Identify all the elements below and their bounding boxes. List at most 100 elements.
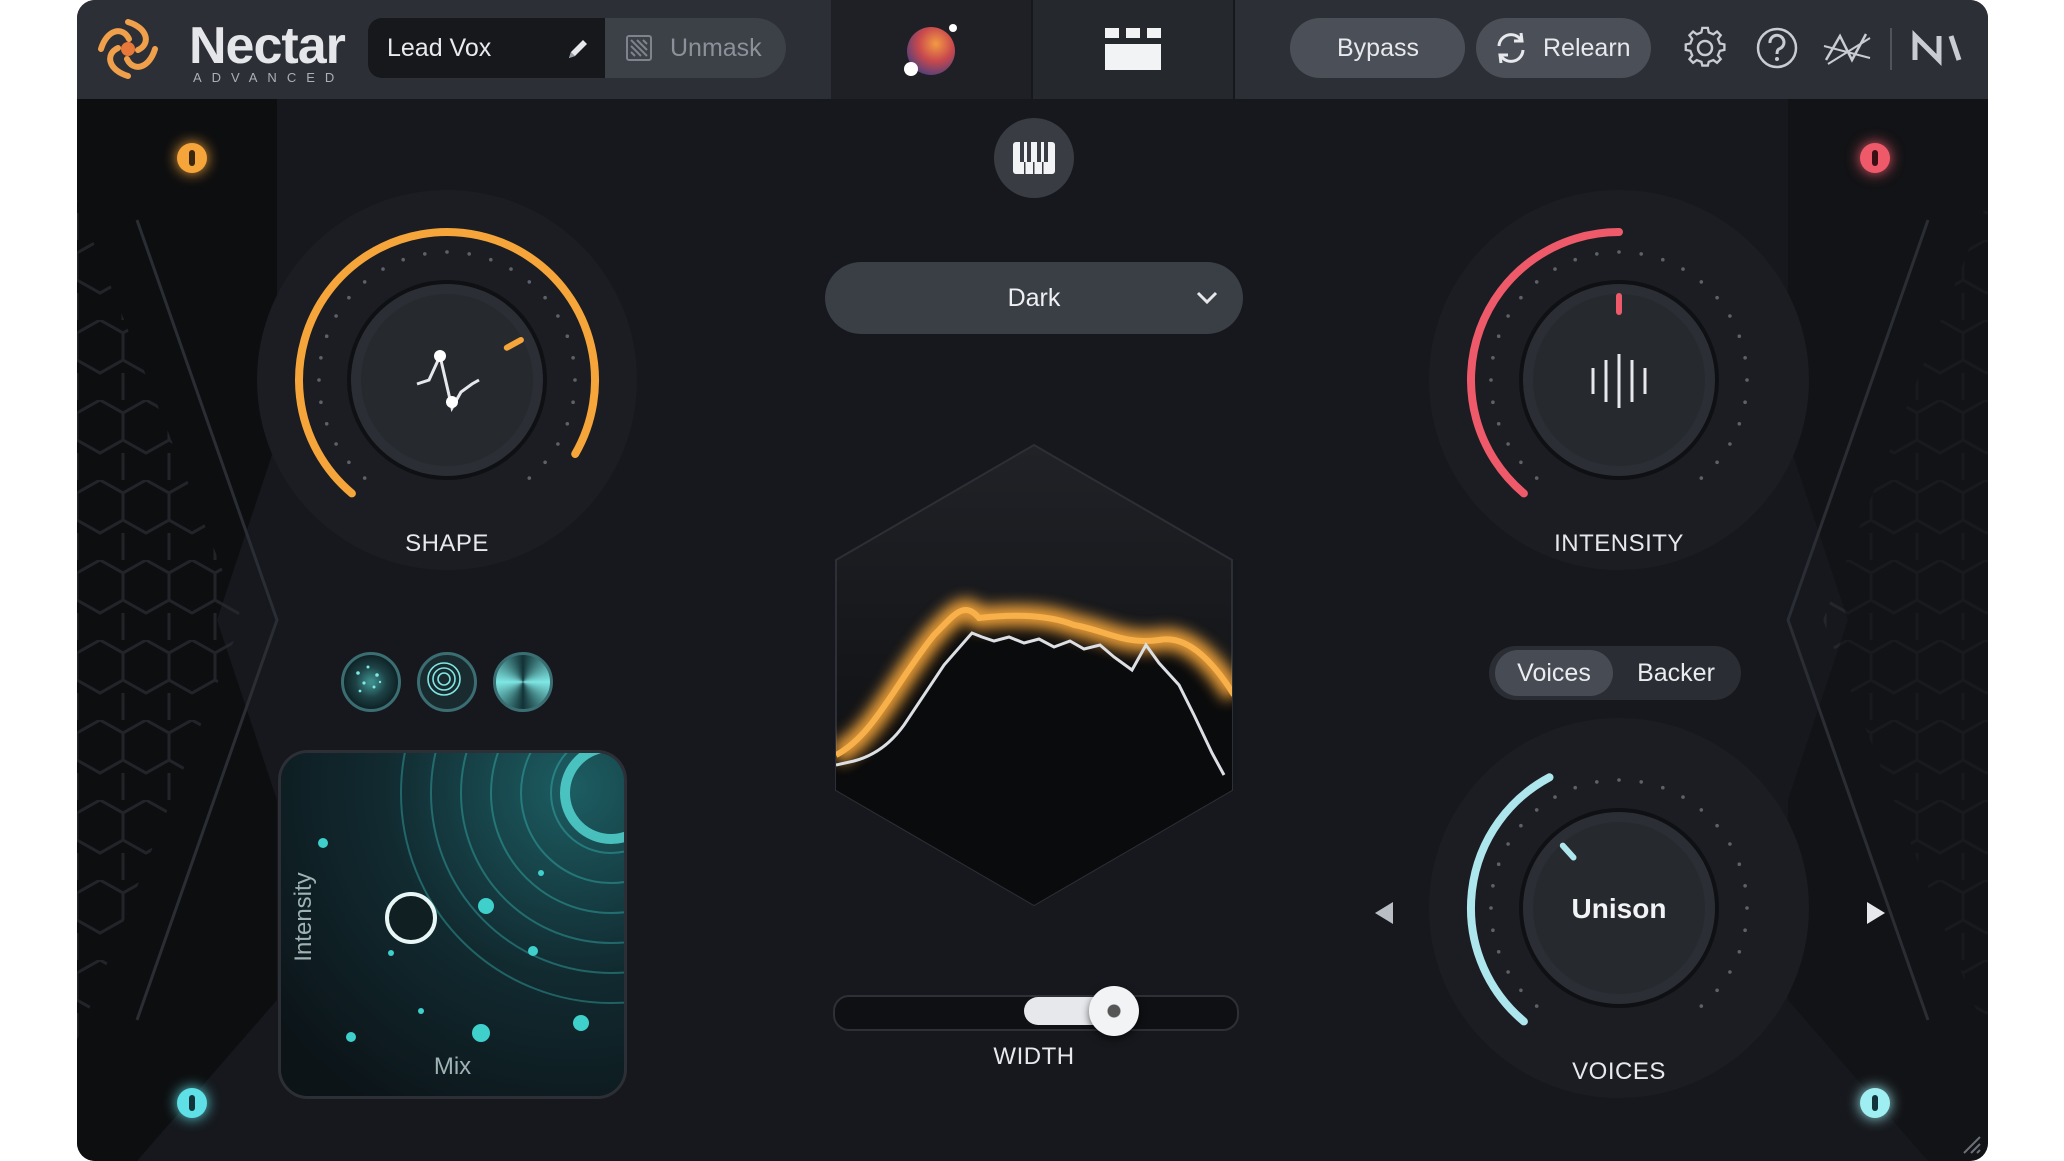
voices-scale-dot bbox=[1728, 970, 1732, 974]
intensity-scale-dot bbox=[1737, 422, 1742, 426]
style-dropdown[interactable]: Dark bbox=[825, 262, 1243, 334]
texture-sweep-button[interactable] bbox=[493, 652, 553, 712]
intensity-scale-dot bbox=[1553, 267, 1557, 271]
gear-icon[interactable] bbox=[1683, 26, 1727, 70]
tab-modules[interactable] bbox=[1031, 0, 1235, 99]
shape-scale-dot bbox=[573, 378, 577, 382]
voices-scale-dot bbox=[1728, 842, 1732, 846]
bypass-button[interactable]: Bypass bbox=[1290, 18, 1465, 78]
keyboard-button[interactable] bbox=[994, 118, 1074, 198]
voices-knob-value: Unison bbox=[1572, 893, 1667, 924]
intensity-scale-dot bbox=[1743, 400, 1747, 404]
shape-scale-dot bbox=[527, 280, 532, 284]
voices-label: VOICES bbox=[1572, 1058, 1666, 1085]
voices-scale-dot bbox=[1699, 808, 1704, 812]
corner-indicator-bottom-left[interactable] bbox=[177, 1088, 207, 1118]
corner-indicator-top-left[interactable] bbox=[177, 143, 207, 173]
intensity-scale-dot bbox=[1519, 460, 1523, 465]
voices-scale-dot bbox=[1534, 1004, 1539, 1008]
toggle-voices[interactable]: Voices bbox=[1495, 650, 1613, 696]
intensity-scale-dot bbox=[1699, 280, 1704, 284]
voices-scale-dot bbox=[1489, 906, 1493, 910]
intensity-scale-dot bbox=[1743, 356, 1747, 360]
voices-scale-dot bbox=[1506, 970, 1510, 974]
voices-scale-dot bbox=[1553, 795, 1557, 799]
intensity-scale-dot bbox=[1534, 280, 1539, 284]
shape-scale-dot bbox=[334, 314, 338, 318]
shape-scale-dot bbox=[347, 460, 351, 465]
voices-knob[interactable]: Unison bbox=[1419, 708, 1819, 1108]
shape-scale-dot bbox=[556, 442, 560, 446]
voices-scale-dot bbox=[1617, 778, 1621, 782]
voices-scale-dot bbox=[1534, 808, 1539, 812]
nectar-logo: Nectar ADVANCED bbox=[93, 14, 346, 85]
shape-scale-dot bbox=[362, 280, 367, 284]
resize-grip-icon[interactable] bbox=[1960, 1133, 1982, 1155]
native-instruments-logo[interactable] bbox=[1911, 26, 1965, 70]
shape-scale-dot bbox=[334, 442, 338, 446]
voices-scale-dot bbox=[1699, 1004, 1704, 1008]
voices-scale-dot bbox=[1506, 842, 1510, 846]
edit-pencil-icon[interactable] bbox=[564, 35, 592, 63]
toggle-backer[interactable]: Backer bbox=[1617, 650, 1735, 696]
module-grid-icon bbox=[1105, 28, 1161, 70]
voices-scale-dot bbox=[1715, 988, 1719, 993]
preset-name[interactable]: Lead Vox bbox=[387, 34, 491, 63]
shape-scale-dot bbox=[571, 356, 575, 360]
shape-scale-dot bbox=[319, 356, 323, 360]
voices-scale-dot bbox=[1573, 785, 1577, 790]
shape-scale-dot bbox=[556, 314, 560, 318]
voices-previous-arrow-icon[interactable] bbox=[1369, 898, 1399, 928]
intensity-scale-dot bbox=[1681, 267, 1685, 271]
corner-indicator-top-right[interactable] bbox=[1860, 143, 1890, 173]
xy-pad-visual bbox=[281, 753, 624, 1096]
intensity-scale-dot bbox=[1715, 295, 1719, 300]
shape-scale-dot bbox=[543, 460, 547, 465]
shape-scale-dot bbox=[317, 378, 321, 382]
voices-scale-dot bbox=[1661, 785, 1665, 790]
intensity-scale-dot bbox=[1519, 295, 1523, 300]
intensity-scale-dot bbox=[1534, 476, 1539, 480]
xy-pad-y-label: Intensity bbox=[290, 872, 317, 962]
intensity-scale-dot bbox=[1595, 252, 1599, 256]
xy-pad-handle[interactable] bbox=[385, 892, 437, 944]
intensity-scale-dot bbox=[1506, 314, 1510, 318]
voices-scale-dot bbox=[1743, 928, 1747, 932]
shape-scale-dot bbox=[571, 400, 575, 404]
nectar-plugin-window: Nectar ADVANCED Lead Vox Unmask Bypass R… bbox=[77, 0, 1988, 1161]
texture-dots-button[interactable] bbox=[341, 652, 401, 712]
tab-assistant[interactable] bbox=[831, 0, 1031, 99]
intensity-scale-dot bbox=[1661, 257, 1665, 262]
intensity-scale-dot bbox=[1699, 476, 1704, 480]
bypass-label: Bypass bbox=[1337, 34, 1419, 62]
xy-pad[interactable]: Intensity Mix bbox=[278, 750, 627, 1099]
voices-scale-dot bbox=[1491, 884, 1495, 888]
intensity-scale-dot bbox=[1745, 378, 1749, 382]
intensity-scale-dot bbox=[1737, 334, 1742, 338]
texture-rings-button[interactable] bbox=[417, 652, 477, 712]
shape-knob[interactable] bbox=[247, 180, 647, 580]
relearn-label: Relearn bbox=[1543, 34, 1631, 62]
intensity-scale-dot bbox=[1496, 422, 1501, 426]
voices-next-arrow-icon[interactable] bbox=[1861, 898, 1891, 928]
midi-learn-icon[interactable] bbox=[1822, 26, 1874, 70]
shape-scale-dot bbox=[319, 400, 323, 404]
help-icon[interactable] bbox=[1755, 26, 1799, 70]
style-dropdown-value: Dark bbox=[1007, 284, 1061, 312]
tone-hexagon-display bbox=[835, 443, 1233, 907]
preset-name-field[interactable]: Lead Vox bbox=[368, 18, 605, 78]
unmask-button[interactable]: Unmask bbox=[605, 18, 786, 78]
relearn-button[interactable]: Relearn bbox=[1476, 18, 1651, 78]
voices-scale-dot bbox=[1519, 823, 1523, 828]
intensity-scale-dot bbox=[1617, 250, 1621, 254]
shape-scale-dot bbox=[381, 267, 385, 271]
voices-backer-toggle[interactable]: Voices Backer bbox=[1489, 646, 1741, 700]
voices-scale-dot bbox=[1639, 780, 1643, 784]
shape-scale-dot bbox=[362, 476, 367, 480]
intensity-scale-dot bbox=[1573, 257, 1577, 262]
corner-indicator-bottom-right[interactable] bbox=[1860, 1088, 1890, 1118]
logo-subtitle: ADVANCED bbox=[193, 70, 345, 85]
intensity-knob[interactable] bbox=[1419, 180, 1819, 580]
shape-scale-dot bbox=[565, 334, 570, 338]
voices-scale-dot bbox=[1737, 862, 1742, 866]
